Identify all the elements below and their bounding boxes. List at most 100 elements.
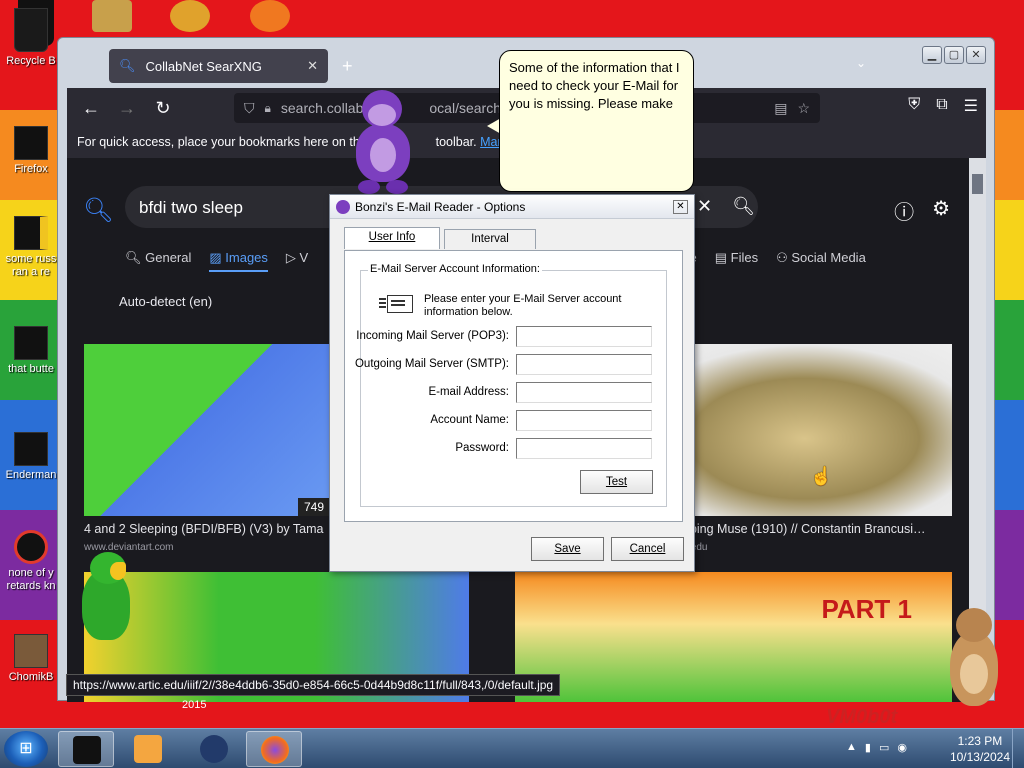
password-input[interactable] — [516, 438, 652, 459]
cancel-button[interactable]: Cancel — [611, 537, 684, 561]
tray-app-icon[interactable]: ▮ — [865, 741, 871, 754]
dialog-tabs: User Info Interval — [344, 227, 540, 249]
gopher-head — [956, 608, 992, 642]
shield-icon[interactable]: ⛉ — [244, 100, 255, 117]
result-caption[interactable]: 4 and 2 Sleeping (BFDI/BFB) (V3) by Tama — [84, 522, 330, 536]
bookmark-star-icon[interactable]: ☆ — [797, 100, 810, 117]
parrot-character[interactable] — [76, 548, 138, 644]
language-selector[interactable]: Auto-detect (en) — [119, 294, 212, 309]
dialog-titlebar[interactable]: Bonzi's E-Mail Reader - Options ✕ — [330, 195, 694, 219]
tab-files[interactable]: ▤ Files — [715, 250, 758, 266]
searxng-logo-icon[interactable]: 🔍︎ — [83, 196, 113, 225]
image-overlay-text: PART 1 — [821, 594, 912, 624]
tab-social-media[interactable]: ⚇ Social Media — [776, 250, 866, 266]
show-hidden-icons[interactable]: ▲ — [846, 741, 857, 754]
extensions-icon[interactable]: ⧉ — [936, 96, 947, 116]
desktop-icon-document[interactable]: some russ ran a re — [0, 216, 62, 279]
show-desktop-button[interactable] — [1012, 729, 1024, 768]
save-button[interactable]: Save — [531, 537, 604, 561]
system-tray: ▲ ▮ ▭ ◉ 1:23 PM 10/13/2024 — [840, 729, 1024, 768]
maximize-button[interactable]: ▢ — [944, 46, 964, 64]
dialog-close-button[interactable]: ✕ — [673, 199, 688, 214]
smtp-input[interactable] — [516, 354, 652, 375]
scrollbar-thumb[interactable] — [972, 174, 983, 194]
window-app-icon — [73, 736, 101, 764]
recycle-bin-icon — [14, 8, 48, 52]
desktop-icon-firefox[interactable]: Firefox — [0, 126, 62, 176]
network-icon[interactable]: ▭ — [879, 741, 889, 754]
image-result[interactable]: 749 — [84, 344, 330, 516]
image-result[interactable]: PART 1 — [515, 572, 952, 702]
search-submit-icon[interactable]: 🔍︎ — [732, 196, 755, 217]
media-player-icon — [134, 735, 162, 763]
button-label: Save — [554, 543, 581, 555]
bonzi-foot — [358, 180, 380, 194]
tab-label: V — [299, 250, 309, 265]
folder-icon — [14, 326, 48, 360]
desktop-icon-label: none of y retards kn — [6, 567, 56, 592]
tab-label: User Info — [368, 231, 416, 243]
taskbar-app-window[interactable] — [58, 731, 114, 767]
account-input[interactable] — [516, 410, 652, 431]
url-suffix: ocal/search — [429, 100, 501, 116]
pocket-icon[interactable]: ⛨ — [908, 96, 920, 116]
tab-general[interactable]: 🔍︎ General — [125, 250, 191, 272]
desktop-top-icon[interactable] — [170, 0, 210, 32]
tab-close-button[interactable]: ✕ — [307, 58, 318, 74]
settings-gear-icon[interactable]: ⚙ — [932, 196, 950, 225]
email-label: E-mail Address: — [428, 386, 509, 398]
new-tab-button[interactable]: + — [342, 56, 353, 77]
taskbar-app-globe[interactable] — [186, 731, 242, 767]
bonzi-belly — [370, 138, 396, 172]
desktop-icon-folder[interactable]: that butte — [0, 326, 62, 376]
reader-view-icon[interactable]: ▤ — [774, 100, 787, 117]
desktop-icon-label: Recycle B — [6, 55, 56, 67]
email-input[interactable] — [516, 382, 652, 403]
document-icon — [14, 216, 48, 250]
desktop-top-icon[interactable] — [92, 0, 132, 32]
gopher-character[interactable] — [944, 608, 1004, 708]
toolbar-right: ⛨ ⧉ ☰ — [908, 96, 978, 116]
desktop-icon-recycle-bin[interactable]: Recycle B — [0, 8, 62, 68]
desktop-icon-app[interactable]: none of y retards kn — [0, 530, 62, 593]
start-button[interactable]: ⊞ — [4, 731, 48, 767]
category-tabs: 🔍︎ General ▨ Images ▷ V — [125, 250, 308, 272]
lock-icon[interactable]: 🔒︎ — [265, 101, 271, 116]
desktop-icon-label: ChomikB — [8, 671, 54, 683]
taskbar-app-media[interactable] — [120, 731, 176, 767]
close-window-button[interactable]: ✕ — [966, 46, 986, 64]
desktop-top-icon[interactable] — [250, 0, 290, 32]
taskbar-app-firefox[interactable] — [246, 731, 302, 767]
search-query: bfdi two sleep — [139, 198, 243, 217]
tab-label: General — [145, 250, 192, 265]
test-button[interactable]: Test — [580, 470, 653, 494]
tab-label: Images — [225, 250, 268, 265]
desktop-icon-enderman[interactable]: Enderman — [0, 432, 62, 482]
pop3-input[interactable] — [516, 326, 652, 347]
speech-balloon[interactable]: Some of the information that I need to c… — [499, 50, 694, 192]
reload-button[interactable]: ↻ — [145, 98, 181, 119]
minimize-button[interactable]: ▁ — [922, 46, 942, 64]
back-button[interactable]: ← — [73, 98, 109, 119]
tab-user-info[interactable]: User Info — [344, 227, 440, 249]
chomik-icon — [14, 634, 48, 668]
tab-videos[interactable]: ▷ V — [286, 250, 308, 272]
clear-search-icon[interactable]: ✕ — [697, 196, 712, 217]
menu-icon[interactable]: ☰ — [964, 96, 978, 116]
forward-button[interactable]: → — [109, 98, 145, 119]
clock-time: 1:23 PM — [957, 734, 1003, 748]
result-caption[interactable]: eping Muse (1910) // Constantin Brancusi… — [683, 522, 953, 536]
tab-interval[interactable]: Interval — [444, 229, 536, 249]
clock[interactable]: 1:23 PM 10/13/2024 — [950, 733, 1010, 765]
desktop-icon-chomik[interactable]: ChomikB — [0, 634, 62, 684]
email-row: E-mail Address: — [361, 382, 666, 404]
volume-icon[interactable]: ◉ — [897, 741, 907, 754]
browser-tab[interactable]: 🔍︎ CollabNet SearXNG ✕ — [109, 49, 328, 83]
watermark: VM0b0t — [826, 706, 898, 728]
list-tabs-icon[interactable]: ⌄ — [856, 56, 866, 70]
bonzi-buddy-character[interactable] — [352, 90, 414, 200]
tab-label: Interval — [471, 233, 509, 245]
tab-images[interactable]: ▨ Images — [209, 250, 268, 272]
desktop-icon-label: some russ ran a re — [5, 253, 57, 278]
info-icon[interactable]: ⓘ — [894, 196, 914, 225]
